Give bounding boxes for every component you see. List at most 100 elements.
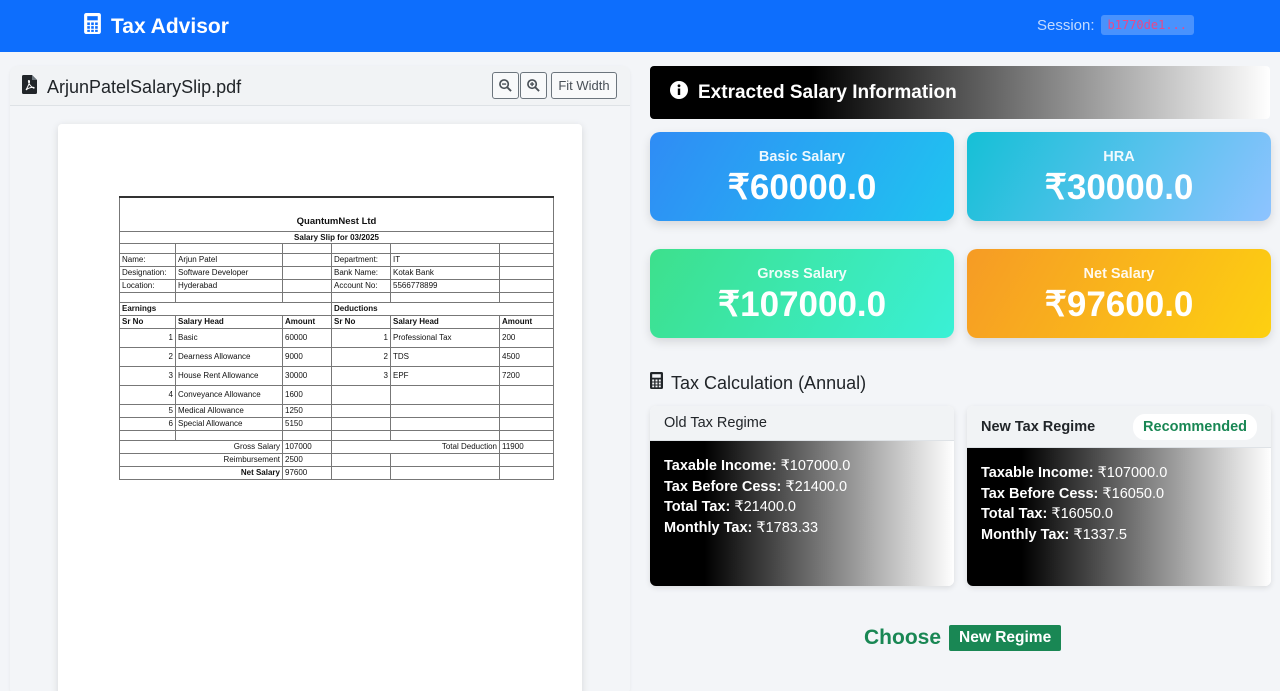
slip-cell: Name: — [119, 252, 176, 267]
basic-salary-label: Basic Salary — [758, 149, 846, 165]
extracted-info-header: Extracted Salary Information — [650, 66, 1270, 119]
slip-cell: 1 — [331, 327, 391, 348]
tax-calculation-title-text: Tax Calculation (Annual) — [671, 372, 867, 393]
basic-salary-card: Basic Salary ₹60000.0 — [650, 132, 954, 221]
slip-cell: Basic — [175, 327, 283, 348]
old-regime-title: Old Tax Regime — [650, 406, 954, 441]
slip-earnings-label: Earnings — [119, 301, 332, 316]
slip-cell: Designation: — [119, 265, 176, 280]
slip-row: 4 Conveyance Allowance 1600 — [119, 384, 555, 405]
slip-reimbursement-value: 2500 — [282, 452, 332, 467]
slip-cell: Conveyance Allowance — [175, 384, 283, 405]
new-regime-card: New Tax Regime Recommended Taxable Incom… — [967, 406, 1271, 586]
pdf-page: QuantumNest Ltd Salary Slip for 03/2025 … — [58, 124, 582, 691]
slip-row: Location: Hyderabad Account No: 55667788… — [119, 278, 555, 293]
gross-salary-label: Gross Salary — [757, 266, 847, 282]
slip-row: Designation: Software Developer Bank Nam… — [119, 265, 555, 280]
zoom-out-icon — [499, 79, 512, 92]
slip-row: 3 House Rent Allowance 30000 3 EPF 7200 — [119, 365, 555, 386]
slip-col-header: Sr No — [331, 314, 391, 329]
zoom-out-button[interactable] — [492, 72, 519, 99]
slip-net-label: Net Salary — [119, 465, 283, 480]
slip-col-header: Amount — [282, 314, 332, 329]
new-regime-body: Taxable Income: ₹107000.0 Tax Before Ces… — [967, 448, 1271, 586]
slip-reimbursement-label: Reimbursement — [119, 452, 283, 467]
slip-gross-label: Gross Salary — [119, 439, 283, 454]
gross-salary-value: ₹107000.0 — [717, 285, 887, 324]
slip-cell: 6 — [119, 416, 176, 431]
slip-cell: Software Developer — [175, 265, 283, 280]
calculator-icon — [650, 372, 663, 394]
zoom-controls: Fit Width — [492, 72, 617, 99]
session-id: b1770de1... — [1100, 15, 1194, 35]
new-tax-before-cess: Tax Before Cess: ₹16050.0 — [981, 485, 1165, 502]
new-regime-button[interactable]: New Regime — [949, 625, 1062, 651]
slip-cell: 4 — [119, 384, 176, 405]
basic-salary-value: ₹60000.0 — [727, 168, 877, 207]
slip-deductions-label: Deductions — [330, 301, 555, 316]
session-label: Session: — [1036, 16, 1095, 34]
slip-cell: 3 — [331, 365, 391, 386]
slip-row: Gross Salary 107000 Total Deduction 1190… — [119, 439, 555, 454]
new-taxable-income: Taxable Income: ₹107000.0 — [981, 465, 1168, 481]
slip-cell: Dearness Allowance — [175, 346, 283, 367]
slip-company: QuantumNest Ltd — [118, 196, 555, 232]
slip-cell: 2 — [119, 346, 176, 367]
slip-cell: 30000 — [282, 365, 332, 386]
session-info: Session: b1770de1... — [1037, 15, 1194, 35]
slip-cell: Arjun Patel — [175, 252, 283, 267]
slip-col-header: Sr No — [119, 314, 176, 329]
slip-cell: Account No: — [331, 278, 391, 293]
old-regime-card: Old Tax Regime Taxable Income: ₹107000.0… — [650, 406, 954, 586]
old-monthly-tax: Monthly Tax: ₹1783.33 — [664, 519, 819, 536]
slip-cell: 5566778899 — [390, 278, 500, 293]
fit-width-button[interactable]: Fit Width — [551, 72, 617, 99]
new-total-tax: Total Tax: ₹16050.0 — [981, 506, 1113, 522]
slip-net-value: 97600 — [282, 465, 332, 480]
slip-col-header: Amount — [498, 314, 555, 329]
slip-cell: Bank Name: — [331, 265, 391, 280]
hra-card: HRA ₹30000.0 — [967, 132, 1271, 221]
old-regime-body: Taxable Income: ₹107000.0 Tax Before Ces… — [650, 441, 954, 586]
slip-total-deduction-value: 11900 — [498, 439, 555, 454]
slip-cell: Kotak Bank — [390, 265, 500, 280]
slip-cell: Professional Tax — [390, 327, 500, 348]
slip-row: Reimbursement 2500 — [119, 452, 555, 467]
info-circle-icon — [670, 80, 688, 105]
tax-calculation-title: Tax Calculation (Annual) — [650, 372, 866, 394]
app-title: Tax Advisor — [111, 14, 229, 38]
slip-cell: 5 — [119, 403, 176, 418]
navbar: Tax Advisor Session: b1770de1... — [0, 0, 1280, 52]
slip-cell: Medical Allowance — [175, 403, 283, 418]
pdf-title: ArjunPatelSalarySlip.pdf — [22, 75, 241, 99]
slip-cell: 9000 — [282, 346, 332, 367]
hra-value: ₹30000.0 — [1044, 168, 1194, 207]
slip-cell: House Rent Allowance — [175, 365, 283, 386]
recommended-badge: Recommended — [1133, 414, 1257, 440]
slip-cell: 1 — [119, 327, 176, 348]
zoom-in-button[interactable] — [520, 72, 547, 99]
hra-label: HRA — [1103, 149, 1135, 165]
slip-total-deduction-label: Total Deduction — [331, 439, 500, 454]
slip-cell: EPF — [390, 365, 500, 386]
new-regime-title: New Tax Regime — [981, 419, 1096, 435]
pdf-canvas-area[interactable]: QuantumNest Ltd Salary Slip for 03/2025 … — [10, 106, 630, 691]
slip-cell: IT — [390, 252, 500, 267]
slip-gross-value: 107000 — [282, 439, 332, 454]
new-monthly-tax: Monthly Tax: ₹1337.5 — [981, 526, 1127, 543]
slip-cell: Special Allowance — [175, 416, 283, 431]
gross-salary-card: Gross Salary ₹107000.0 — [650, 249, 954, 338]
app-brand[interactable]: Tax Advisor — [84, 13, 229, 40]
slip-cell: 3 — [119, 365, 176, 386]
choose-label: Choose — [864, 626, 942, 649]
net-salary-value: ₹97600.0 — [1044, 285, 1194, 324]
old-total-tax: Total Tax: ₹21400.0 — [664, 499, 796, 515]
salary-slip-table: QuantumNest Ltd Salary Slip for 03/2025 … — [118, 196, 555, 480]
slip-cell: 200 — [498, 327, 555, 348]
slip-cell: Location: — [119, 278, 176, 293]
slip-cell: 7200 — [498, 365, 555, 386]
slip-cell: TDS — [390, 346, 500, 367]
zoom-in-icon — [527, 79, 540, 92]
slip-cell: 2 — [331, 346, 391, 367]
slip-cell: Department: — [331, 252, 391, 267]
